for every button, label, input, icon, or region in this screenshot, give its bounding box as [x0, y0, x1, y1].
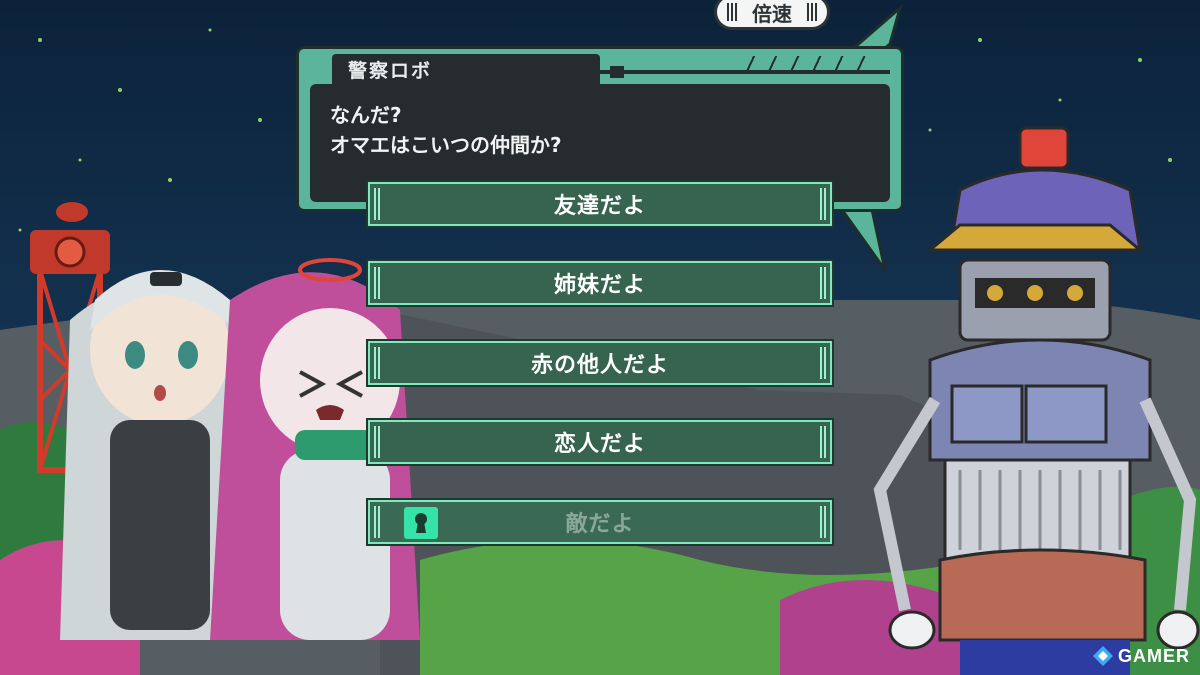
gamer-logo-icon	[1093, 646, 1113, 666]
choice-button-5-locked[interactable]: 敵だよ	[368, 500, 832, 544]
choice-label: 赤の他人だよ	[530, 353, 669, 378]
gamer-watermark: GAMER	[1092, 645, 1190, 667]
dialogue-line-2: オマエはこいつの仲間か?	[330, 133, 562, 157]
frame-decor-line	[600, 70, 890, 74]
frame-decor-node	[610, 66, 624, 78]
speaker-name-tab: 警察ロボ	[332, 54, 600, 84]
dialogue-text: なんだ? オマエはこいつの仲間か?	[330, 100, 562, 160]
dialogue-line-1: なんだ?	[330, 103, 402, 127]
choice-label: 敵だよ	[565, 512, 635, 537]
speed-toggle-button[interactable]: 倍速	[714, 0, 830, 30]
choice-button-2[interactable]: 姉妹だよ	[368, 261, 832, 305]
choice-label: 友達だよ	[553, 194, 646, 219]
choice-button-1[interactable]: 友達だよ	[368, 182, 832, 226]
watermark-text: GAMER	[1118, 645, 1190, 666]
choice-button-3[interactable]: 赤の他人だよ	[368, 341, 832, 385]
choice-label: 姉妹だよ	[553, 273, 646, 298]
frame-decor-ticks	[742, 56, 872, 70]
speaker-name: 警察ロボ	[348, 59, 433, 82]
choice-button-4[interactable]: 恋人だよ	[368, 420, 832, 464]
keyhole-lock-icon	[404, 507, 438, 539]
choice-label: 恋人だよ	[553, 432, 646, 457]
speed-button-label: 倍速	[752, 1, 792, 26]
